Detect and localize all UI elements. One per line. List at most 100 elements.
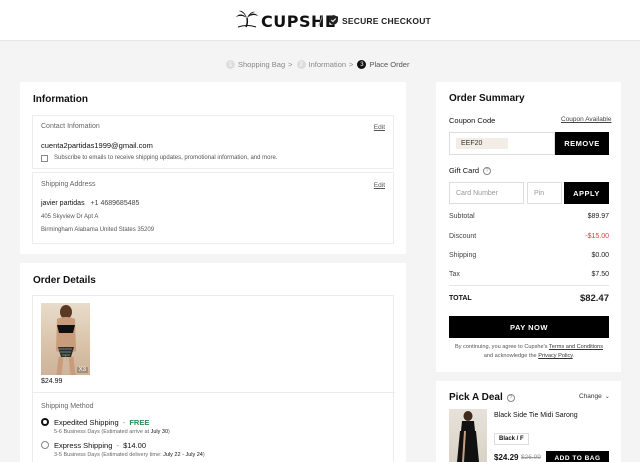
gift-card-label: Gift Card (449, 166, 480, 175)
coupon-code-label: Coupon Code (449, 116, 496, 125)
summary-row-discount: Discount -$15.00 (449, 233, 609, 240)
summary-row-subtotal: Subtotal $89.97 (449, 213, 609, 220)
checkout-header: CUPSHE SECURE CHECKOUT (0, 0, 640, 41)
privacy-link[interactable]: Privacy Policy (538, 353, 572, 359)
express-radio[interactable] (41, 441, 49, 449)
deal-price: $24.29 (494, 453, 519, 462)
coupon-input[interactable]: EEF20 (449, 132, 555, 155)
express-date: July 22 - July 24 (163, 452, 203, 458)
recipient-phone: +1 4689685485 (90, 200, 140, 207)
expedited-price: FREE (129, 418, 150, 427)
shipping-option-expedited[interactable]: Expedited Shipping - FREE 5-6 Business D… (41, 417, 381, 437)
deal-product-image[interactable] (449, 409, 487, 462)
summary-row-total: TOTAL $82.47 (449, 293, 609, 304)
expedited-name: Expedited Shipping (54, 418, 119, 427)
item-quantity: X3 (76, 367, 88, 373)
card-number-placeholder: Card Number (456, 189, 499, 197)
summary-row-tax: Tax $7.50 (449, 271, 609, 278)
gift-card-pin-input[interactable]: Pin (527, 182, 562, 204)
step-number: 3 (357, 60, 367, 69)
terms-mid: and acknowledge the (483, 353, 537, 359)
shipping-method-heading: Shipping Method (41, 403, 94, 410)
shield-check-icon (329, 15, 338, 27)
secure-checkout-badge: SECURE CHECKOUT (329, 15, 431, 27)
step-label: Shopping Bag (238, 60, 286, 69)
edit-contact-link[interactable]: Edit (374, 124, 385, 131)
help-icon[interactable]: ? (483, 166, 492, 175)
gift-card-number-input[interactable]: Card Number (449, 182, 524, 204)
address-line-1: 405 Skyview Dr Apt A (41, 214, 99, 220)
total-label: TOTAL (449, 295, 472, 302)
secure-checkout-label: SECURE CHECKOUT (342, 16, 431, 26)
shipping-address-heading: Shipping Address (41, 181, 96, 188)
step-label: Information (308, 60, 347, 69)
deal-variant-select[interactable]: Black / F (494, 433, 529, 445)
expedited-dash: - (122, 418, 126, 427)
address-line-2: Birmingham Alabama United States 35209 (41, 227, 155, 233)
edit-shipping-link[interactable]: Edit (374, 182, 385, 189)
express-dash: - (116, 441, 119, 450)
express-price: $14.00 (123, 441, 147, 450)
apply-gift-card-button[interactable]: APPLY (564, 182, 609, 204)
chevron-down-icon: ⌄ (604, 394, 610, 400)
checkout-steps: 1 Shopping Bag > 2 Information > 3 Place… (226, 60, 409, 69)
shipping-option-express[interactable]: Express Shipping - $14.00 3-5 Business D… (41, 440, 381, 460)
coupon-value: EEF20 (456, 138, 509, 149)
order-details-card: Order Details X3 $24.99 Shipping Method … (20, 263, 406, 462)
contact-info-heading: Contact Infomation (41, 123, 100, 130)
row-value: -$15.00 (585, 233, 609, 240)
step-shopping-bag[interactable]: 1 Shopping Bag > (226, 60, 297, 69)
row-label: Discount (449, 233, 477, 240)
express-detail: 3-5 Business Days (Estimated delivery ti… (54, 452, 162, 458)
add-to-bag-button[interactable]: ADD TO BAG (546, 451, 609, 462)
total-value: $82.47 (579, 293, 609, 304)
row-label: Shipping (449, 252, 477, 259)
information-card: Information Contact Infomation Edit cuen… (20, 82, 406, 254)
pay-now-button[interactable]: PAY NOW (449, 316, 609, 338)
row-label: Subtotal (449, 213, 475, 220)
deal-product-name[interactable]: Black Side Tie Midi Sarong (494, 412, 578, 419)
pick-a-deal-title: Pick A Deal (449, 392, 503, 403)
step-information[interactable]: 2 Information > (296, 60, 358, 69)
step-separator: > (288, 60, 293, 69)
information-title: Information (33, 94, 88, 105)
step-label: Place Order (369, 60, 410, 69)
terms-end: . (572, 353, 575, 359)
express-name: Express Shipping (54, 441, 113, 450)
terms-notice: By continuing, you agree to Cupshe's Ter… (449, 343, 609, 361)
recipient-name: javier partidas (41, 200, 85, 207)
summary-row-shipping: Shipping $0.00 (449, 252, 609, 259)
express-detail-end: ) (202, 452, 205, 458)
contact-info-box: Contact Infomation Edit cuenta2partidas1… (32, 115, 394, 169)
row-label: Tax (449, 271, 460, 278)
order-details-title: Order Details (33, 275, 96, 286)
expedited-radio[interactable] (41, 418, 49, 426)
palm-tree-icon (236, 10, 258, 33)
contact-email: cuenta2partidas1999@gmail.com (41, 141, 153, 150)
item-price: $24.99 (41, 378, 63, 385)
remove-coupon-button[interactable]: REMOVE (555, 132, 609, 155)
expedited-date: July 30 (150, 429, 169, 435)
row-value: $7.50 (591, 271, 609, 278)
order-items-box: X3 $24.99 Shipping Method Expedited Ship… (32, 295, 395, 462)
step-separator: > (349, 60, 354, 69)
subscribe-label: Subscribe to emails to receive shipping … (54, 155, 278, 161)
row-value: $0.00 (591, 252, 609, 259)
order-summary-title: Order Summary (449, 93, 525, 104)
help-icon[interactable]: ? (506, 393, 515, 402)
coupon-available-link[interactable]: Coupon Available (561, 116, 611, 123)
row-value: $89.97 (587, 213, 609, 220)
step-number: 2 (296, 60, 306, 69)
brand-logo[interactable]: CUPSHE (236, 10, 336, 33)
brand-name: CUPSHE (261, 12, 337, 31)
terms-prefix: By continuing, you agree to Cupshe's (454, 344, 548, 350)
change-label: Change (579, 393, 602, 400)
expedited-detail: 5-6 Business Days (Estimated arrive at (54, 429, 150, 435)
product-thumbnail[interactable]: X3 (41, 303, 90, 375)
summary-divider (449, 285, 609, 286)
change-deal-button[interactable]: Change ⌄ (579, 393, 610, 400)
deal-old-price: $26.99 (521, 454, 541, 461)
step-number: 1 (226, 60, 235, 69)
terms-link[interactable]: Terms and Conditions (549, 344, 603, 350)
subscribe-checkbox[interactable] (41, 155, 48, 162)
